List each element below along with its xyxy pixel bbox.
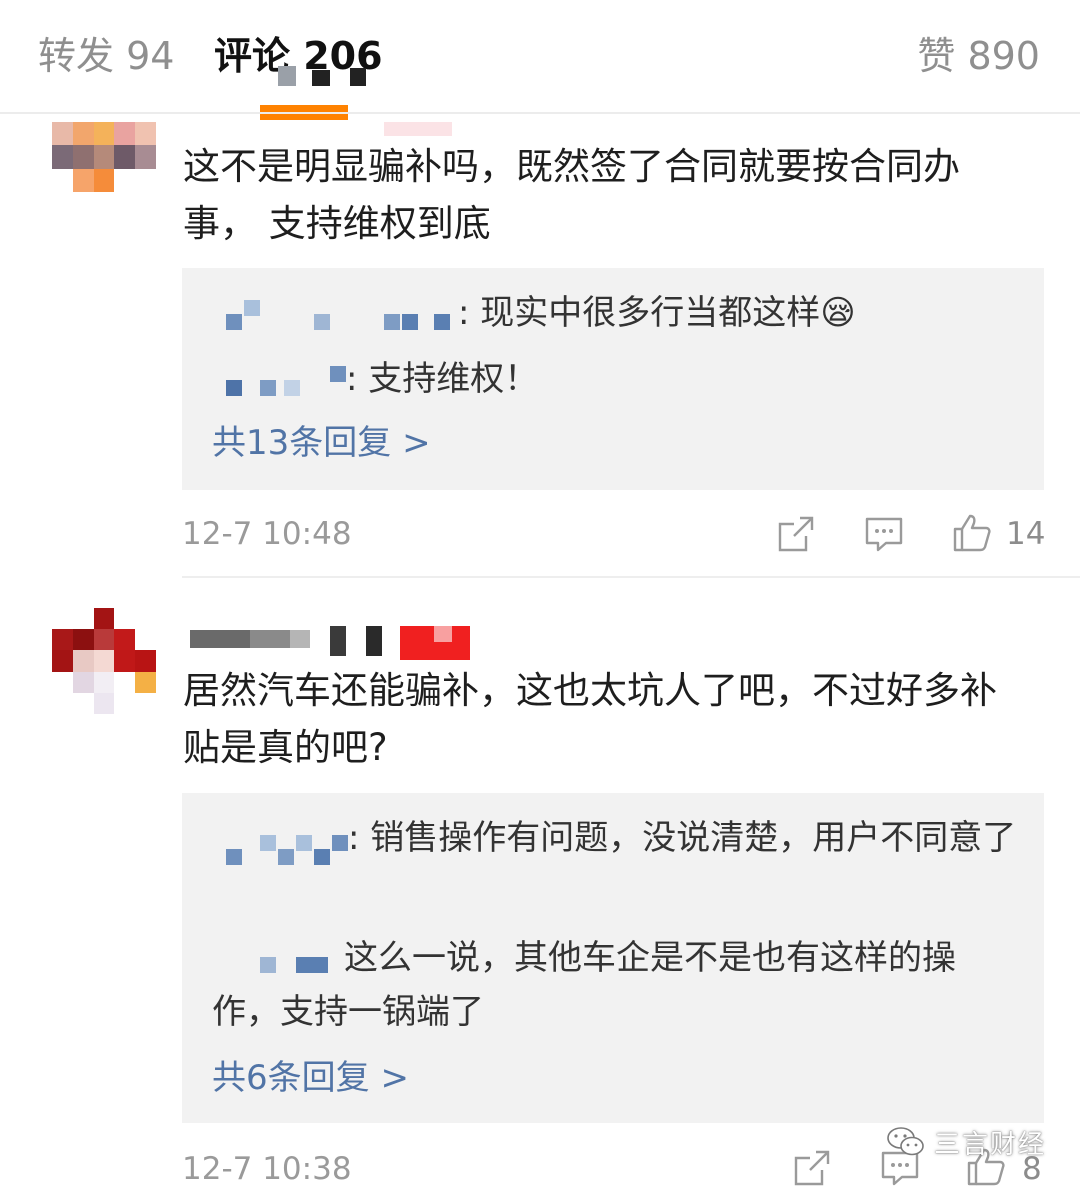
comment-author[interactable] <box>384 122 452 136</box>
view-more-replies-link[interactable]: 共6条回复 > <box>212 1053 409 1103</box>
like-count: 14 <box>1006 516 1046 552</box>
wechat-icon <box>887 1127 924 1156</box>
avatar[interactable] <box>52 608 156 714</box>
tabs-divider <box>0 112 1080 114</box>
reply-text: 这么一说，其他车企是不是也有这样的操作，支持一锅端了 <box>212 938 956 1032</box>
comment-text: 这不是明显骗补吗，既然签了合同就要按合同办事， 支持维权到底 <box>183 145 960 245</box>
comment-author[interactable] <box>190 626 390 658</box>
watermark: 三言财经 <box>886 1122 1046 1162</box>
reply-text: : 支持维权！ <box>346 359 539 399</box>
share-icon[interactable] <box>792 1148 832 1188</box>
pixel-mosaic <box>258 60 388 90</box>
timestamp: 12-7 10:48 <box>182 516 352 552</box>
tab-likes[interactable]: 赞 890 <box>917 30 1040 82</box>
reply-text: : 现实中很多行当都这样😪 <box>458 293 856 333</box>
reply-box[interactable]: : 现实中很多行当都这样😪 : 支持维权！ 共13条回复 > <box>182 268 1044 490</box>
user-badge <box>400 626 470 660</box>
comment-text: 居然汽车还能骗补，这也太坑人了吧，不过好多补贴是真的吧? <box>183 669 997 769</box>
reply-box[interactable]: : 销售操作有问题，没说清楚，用户不同意了 这么一说，其他车企是不是也有这样的操… <box>182 793 1044 1123</box>
sleepy-face-icon: 😪 <box>820 293 856 333</box>
view-more-replies-link[interactable]: 共13条回复 > <box>212 418 431 468</box>
share-icon[interactable] <box>776 514 816 554</box>
timestamp: 12-7 10:38 <box>182 1151 352 1187</box>
reply-author[interactable] <box>226 300 456 330</box>
reply-author[interactable] <box>226 366 356 396</box>
tab-reposts[interactable]: 转发 94 <box>38 30 174 82</box>
avatar[interactable] <box>52 122 156 192</box>
watermark-text: 三言财经 <box>933 1129 1046 1160</box>
reply-text: : 销售操作有问题，没说清楚，用户不同意了 <box>348 818 1017 858</box>
thumbs-up-icon[interactable] <box>952 512 992 552</box>
comment-icon[interactable] <box>864 514 904 554</box>
comment-divider <box>182 576 1080 578</box>
